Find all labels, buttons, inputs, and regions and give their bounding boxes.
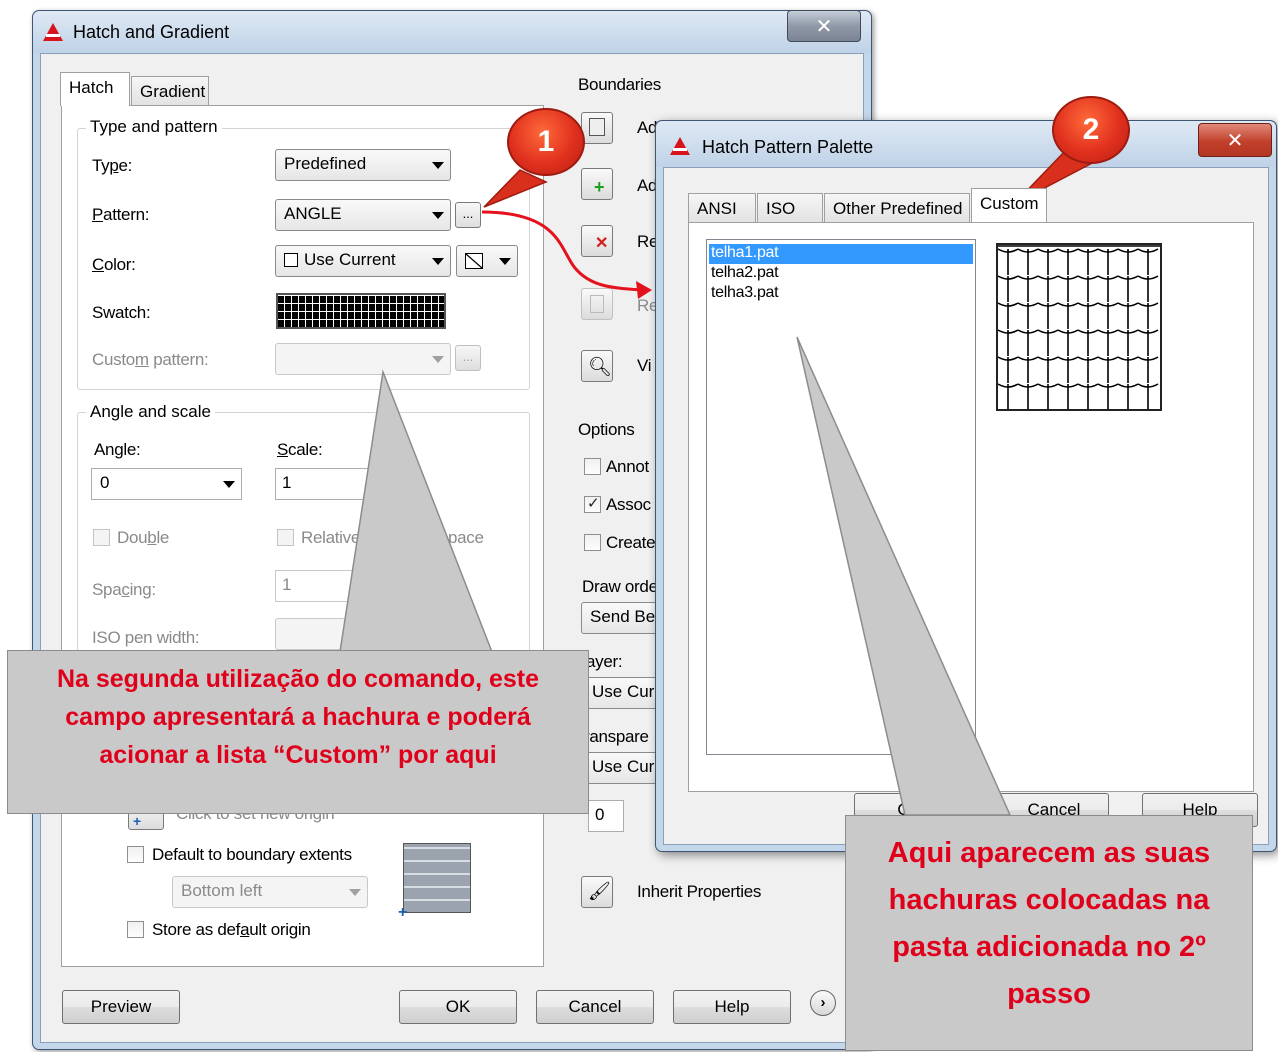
right-callout-pointer: [796, 336, 1012, 816]
marker-1-tail: [483, 169, 548, 208]
right-callout-text: Aqui aparecem as suas hachuras colocadas…: [887, 837, 1211, 1010]
left-callout-text: Na segunda utilização do comando, este c…: [56, 665, 540, 769]
left-callout-box: Na segunda utilização do comando, este c…: [7, 650, 589, 814]
right-callout-box: Aqui aparecem as suas hachuras colocadas…: [845, 815, 1253, 1051]
link-arrow-head: [636, 281, 652, 299]
link-arrow: [481, 210, 643, 292]
tab-custom[interactable]: Custom: [971, 188, 1047, 222]
step-1-marker: 1: [507, 108, 585, 176]
tab-hatch[interactable]: Hatch: [60, 72, 130, 106]
left-callout-pointer: [339, 369, 494, 653]
step-2-marker: 2: [1052, 96, 1130, 164]
